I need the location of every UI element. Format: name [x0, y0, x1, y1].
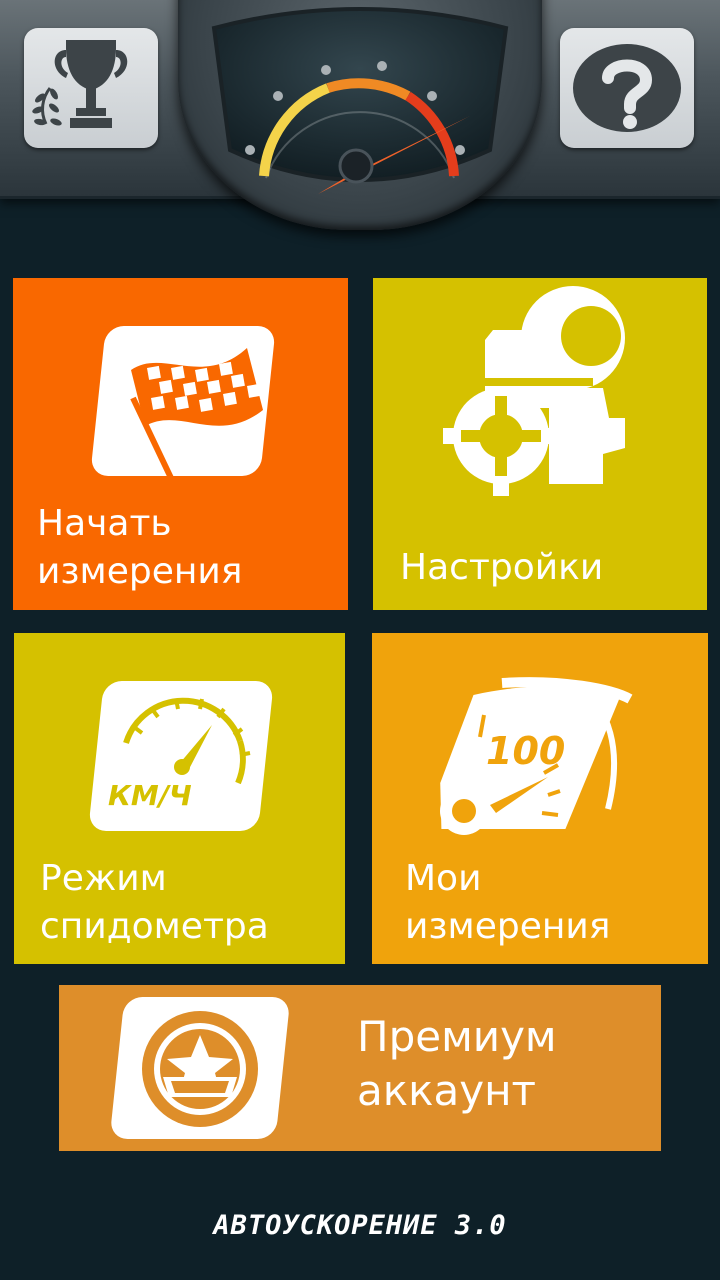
header: [0, 0, 720, 230]
tile-speedometer-mode[interactable]: КМ/Ч Режим спидометра: [14, 633, 345, 964]
tile-speedometer-label-line2: спидометра: [40, 906, 269, 947]
help-icon: [573, 44, 681, 132]
tile-start-measurement[interactable]: Начать измерения: [13, 278, 348, 610]
tile-start-label-line1: Начать: [37, 503, 172, 544]
tile-speedometer-label-line1: Режим: [40, 858, 167, 899]
tile-premium-account[interactable]: Премиум аккаунт: [59, 985, 661, 1151]
achievements-button[interactable]: [24, 28, 158, 148]
tile-my-measurements[interactable]: 100 Мои измерения: [372, 633, 708, 964]
tile-premium-label-line1: Премиум: [357, 1012, 557, 1061]
tile-settings[interactable]: Настройки: [373, 278, 707, 610]
gauge-icon: [211, 7, 509, 194]
trophy-icon: [32, 40, 128, 128]
app-title: АВТОУСКОРЕНИЕ 3.0: [213, 1210, 507, 1241]
tile-my-measurements-label-line2: измерения: [405, 906, 611, 947]
tile-settings-label: Настройки: [400, 547, 604, 588]
tile-start-label-line2: измерения: [37, 551, 243, 592]
help-button[interactable]: [560, 28, 694, 148]
tile-my-measurements-label-line1: Мои: [405, 858, 482, 899]
speed-unit-label: КМ/Ч: [108, 779, 192, 812]
speed-100-label: 100: [486, 729, 566, 773]
tile-premium-label-line2: аккаунт: [357, 1066, 536, 1115]
